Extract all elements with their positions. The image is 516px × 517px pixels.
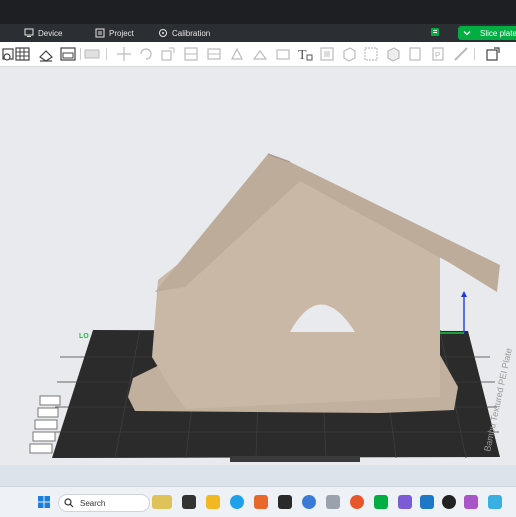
axis-z-arrow: [461, 291, 467, 297]
tab-device[interactable]: Device: [24, 26, 62, 40]
app-blue2-icon[interactable]: [420, 495, 434, 509]
device-icon: [24, 28, 34, 37]
plate-lock-button[interactable]: [39, 395, 61, 406]
ruler-icon[interactable]: [452, 45, 470, 63]
layout-icon[interactable]: [83, 45, 101, 63]
taskbar-widget-icon[interactable]: [152, 495, 172, 509]
plate-icon[interactable]: [406, 45, 424, 63]
cut-icon[interactable]: [182, 45, 200, 63]
text-tool-icon[interactable]: T: [296, 45, 314, 63]
project-icon: [95, 28, 105, 38]
scene-canvas[interactable]: Bambu Textured PEI Plate LO: [0, 67, 516, 465]
status-bar: [0, 465, 516, 486]
assembly-icon[interactable]: [318, 45, 336, 63]
tab-project[interactable]: Project: [95, 26, 134, 40]
measure-icon[interactable]: [274, 45, 292, 63]
mesh-boolean-icon[interactable]: [205, 45, 223, 63]
svg-text:P: P: [435, 51, 440, 60]
app-violet-icon[interactable]: [464, 495, 478, 509]
taskbar-search[interactable]: Search: [58, 494, 150, 512]
scale-icon[interactable]: [159, 45, 177, 63]
app-dark-icon[interactable]: [278, 495, 292, 509]
search-placeholder: Search: [80, 498, 106, 508]
app-orange-icon[interactable]: [254, 495, 268, 509]
seam-paint-icon[interactable]: [251, 45, 269, 63]
search-icon: [64, 498, 74, 508]
edge-browser-icon[interactable]: [230, 495, 244, 509]
toolbar-separator: [80, 48, 81, 60]
bambu-studio-icon[interactable]: [374, 495, 388, 509]
slice-plate-label: Slice plate: [480, 28, 516, 38]
split-window-icon[interactable]: [59, 45, 77, 63]
firefox-icon[interactable]: [350, 495, 364, 509]
plate-side-buttons: [29, 395, 61, 454]
preview-doc-icon[interactable]: [430, 27, 440, 37]
tab-calibration[interactable]: Calibration: [158, 26, 210, 40]
3d-viewport[interactable]: Bambu Textured PEI Plate LO: [0, 67, 516, 465]
paint-support-icon[interactable]: [228, 45, 246, 63]
task-view-icon[interactable]: [182, 495, 196, 509]
toolbar-separator: [474, 48, 475, 60]
model-wall[interactable]: [152, 172, 440, 409]
title-strip: [0, 0, 516, 24]
cube-view-icon[interactable]: [340, 45, 358, 63]
plate-delete-button[interactable]: [29, 443, 53, 454]
preview-page-icon[interactable]: P: [429, 45, 447, 63]
plate-handle: [230, 456, 360, 462]
plate-edge-text: Bambu Textured PEI Plate: [482, 347, 514, 452]
main-toolbar: T P: [0, 42, 516, 67]
move-icon[interactable]: [115, 45, 133, 63]
tab-device-label: Device: [38, 28, 63, 38]
calculator-icon[interactable]: [326, 495, 340, 509]
calibration-icon: [159, 29, 167, 37]
place-on-face-icon[interactable]: [37, 45, 55, 63]
media-player-icon[interactable]: [442, 495, 456, 509]
toolbar-separator: [106, 48, 107, 60]
arrange-grid-icon[interactable]: [14, 45, 32, 63]
app-lightblue-icon[interactable]: [488, 495, 502, 509]
windows-start-icon[interactable]: [37, 495, 51, 509]
app-purple-icon[interactable]: [398, 495, 412, 509]
slice-plate-button[interactable]: Slice plate: [458, 26, 516, 40]
svg-text:T: T: [298, 48, 307, 63]
settings-export-icon[interactable]: [484, 45, 502, 63]
axis-label-marker: LO: [79, 333, 89, 340]
tab-calibration-label: Calibration: [172, 28, 211, 38]
plate-arrange-button[interactable]: [37, 407, 59, 418]
variable-layer-icon[interactable]: [362, 45, 380, 63]
tab-project-label: Project: [109, 28, 134, 38]
rotate-icon[interactable]: [137, 45, 155, 63]
object-icon[interactable]: [384, 45, 402, 63]
plate-settings-button[interactable]: [32, 431, 56, 442]
file-explorer-icon[interactable]: [206, 495, 220, 509]
app-blue-icon[interactable]: [302, 495, 316, 509]
chevron-down-icon: [463, 31, 471, 36]
plate-orient-button[interactable]: [34, 419, 58, 430]
